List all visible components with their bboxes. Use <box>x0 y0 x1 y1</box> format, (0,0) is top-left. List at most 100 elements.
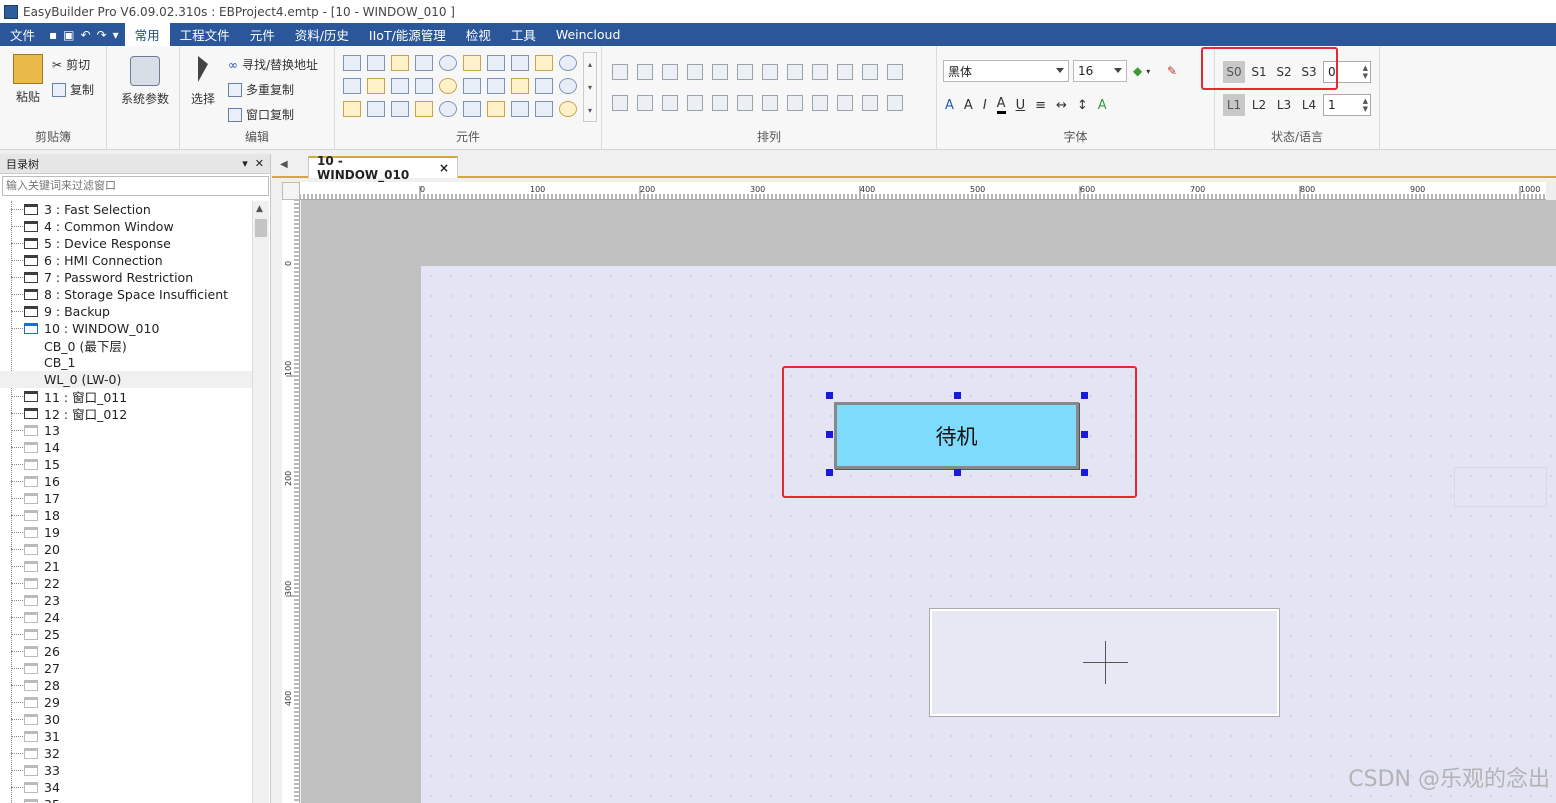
object-tool-icon[interactable] <box>367 78 385 94</box>
tree-item[interactable]: 6 : HMI Connection <box>0 252 252 269</box>
object-tool-icon[interactable] <box>535 78 553 94</box>
tree-item[interactable]: 30 <box>0 711 252 728</box>
tree-scrollbar[interactable]: ▲ <box>252 201 269 803</box>
object-tool-icon[interactable] <box>463 78 481 94</box>
arrange-tool-icon[interactable] <box>887 95 903 111</box>
object-tool-icon[interactable] <box>343 78 361 94</box>
arrange-tool-icon[interactable] <box>687 64 703 80</box>
object-tool-icon[interactable] <box>415 101 433 117</box>
underline-icon[interactable]: U <box>1016 98 1026 113</box>
tree-item[interactable]: 20 <box>0 541 252 558</box>
arrange-tool-icon[interactable] <box>712 64 728 80</box>
format-painter-button[interactable]: ✎ <box>1167 64 1177 78</box>
tree-item[interactable]: 14 <box>0 439 252 456</box>
gallery-scroll[interactable]: ▴ ▾ ▾ <box>583 52 597 122</box>
object-tool-icon[interactable] <box>535 55 553 71</box>
scroll-up-icon[interactable]: ▲ <box>256 204 263 214</box>
language-l4-button[interactable]: L4 <box>1298 94 1320 116</box>
arrange-tool-icon[interactable] <box>787 64 803 80</box>
object-tool-icon[interactable] <box>535 101 553 117</box>
tree-item[interactable]: 28 <box>0 677 252 694</box>
arrange-tool-icon[interactable] <box>762 95 778 111</box>
arrange-tool-icon[interactable] <box>712 95 728 111</box>
object-tool-icon[interactable] <box>439 101 457 117</box>
close-tab-icon[interactable]: × <box>439 161 449 175</box>
font-size-select[interactable]: 16 <box>1073 60 1127 82</box>
grow-font-icon[interactable]: A <box>945 98 954 113</box>
object-tool-icon[interactable] <box>343 101 361 117</box>
save-icon[interactable]: ▪ <box>49 28 57 42</box>
tree-item[interactable]: 23 <box>0 592 252 609</box>
object-tool-icon[interactable] <box>511 101 529 117</box>
tab-menu-3[interactable]: 资料/历史 <box>285 23 359 46</box>
object-tool-icon[interactable] <box>439 78 457 94</box>
tree-item[interactable]: 13 <box>0 422 252 439</box>
tree-item[interactable]: 4 : Common Window <box>0 218 252 235</box>
tree-item[interactable]: 29 <box>0 694 252 711</box>
object-tool-icon[interactable] <box>511 78 529 94</box>
arrange-tool-icon[interactable] <box>887 64 903 80</box>
tab-nav-left-icon[interactable]: ◀ <box>280 159 288 170</box>
object-tool-icon[interactable] <box>559 101 577 117</box>
window-copy-button[interactable]: 窗口复制 <box>228 106 294 123</box>
language-l1-button[interactable]: L1 <box>1223 94 1245 116</box>
arrange-tool-icon[interactable] <box>737 64 753 80</box>
arrange-tool-icon[interactable] <box>612 64 628 80</box>
language-l2-button[interactable]: L2 <box>1248 94 1270 116</box>
tree-item[interactable]: 9 : Backup <box>0 303 252 320</box>
cut-button[interactable]: ✂ 剪切 <box>52 56 90 73</box>
tab-menu-0[interactable]: 常用 <box>124 23 170 46</box>
scroll-thumb[interactable] <box>255 219 267 237</box>
tree-item[interactable]: 31 <box>0 728 252 745</box>
tree-item[interactable]: 3 : Fast Selection <box>0 201 252 218</box>
object-tool-icon[interactable] <box>391 55 409 71</box>
tree-item[interactable]: 11 : 窗口_011 <box>0 388 252 405</box>
object-tool-icon[interactable] <box>415 78 433 94</box>
word-lamp-object[interactable] <box>929 608 1280 717</box>
tree-item[interactable]: 5 : Device Response <box>0 235 252 252</box>
language-number-input[interactable]: 1 ▲ ▼ <box>1323 94 1371 116</box>
panel-dropdown-icon[interactable]: ▾ <box>242 157 248 170</box>
tree-item[interactable]: 12 : 窗口_012 <box>0 405 252 422</box>
tree-item[interactable]: CB_0 (最下层) <box>0 337 252 354</box>
arrange-tool-icon[interactable] <box>737 95 753 111</box>
tab-menu-1[interactable]: 工程文件 <box>170 23 240 46</box>
redo-icon[interactable]: ↷ <box>97 28 107 42</box>
tab-menu-2[interactable]: 元件 <box>240 23 285 46</box>
tree-item[interactable]: 16 <box>0 473 252 490</box>
tree-item[interactable]: 8 : Storage Space Insufficient <box>0 286 252 303</box>
object-tool-icon[interactable] <box>559 55 577 71</box>
arrange-tool-icon[interactable] <box>787 95 803 111</box>
tree-item[interactable]: 26 <box>0 643 252 660</box>
object-tool-icon[interactable] <box>367 55 385 71</box>
object-tool-icon[interactable] <box>367 101 385 117</box>
arrange-tool-icon[interactable] <box>637 95 653 111</box>
tree-item[interactable]: 19 <box>0 524 252 541</box>
object-tool-icon[interactable] <box>415 55 433 71</box>
spinner-arrows-icon[interactable]: ▲ ▼ <box>1363 64 1368 80</box>
undo-icon[interactable]: ↶ <box>81 28 91 42</box>
arrange-tool-icon[interactable] <box>687 95 703 111</box>
object-tool-icon[interactable] <box>391 78 409 94</box>
tab-window-010[interactable]: 10 - WINDOW_010 × <box>308 154 458 182</box>
tree-item[interactable]: 35 <box>0 796 252 803</box>
tree-item[interactable]: 24 <box>0 609 252 626</box>
tree-item[interactable]: WL_0 (LW-0) <box>0 371 252 388</box>
text-effect-icon[interactable]: A <box>1098 98 1107 113</box>
spacing-icon[interactable]: ↔ <box>1056 98 1067 113</box>
tab-menu-7[interactable]: Weincloud <box>546 23 631 46</box>
align-icon[interactable]: ≡ <box>1035 98 1046 113</box>
tree-item[interactable]: 18 <box>0 507 252 524</box>
system-params-button[interactable]: 系统参数 <box>117 56 173 107</box>
multi-copy-button[interactable]: 多重复制 <box>228 81 294 98</box>
arrange-tool-icon[interactable] <box>637 64 653 80</box>
tree-item[interactable]: 25 <box>0 626 252 643</box>
object-tool-icon[interactable] <box>511 55 529 71</box>
arrange-tool-icon[interactable] <box>662 64 678 80</box>
font-color-icon[interactable]: A <box>996 96 1006 114</box>
tree-item[interactable]: 17 <box>0 490 252 507</box>
arrange-tool-icon[interactable] <box>862 95 878 111</box>
arrange-tool-icon[interactable] <box>862 64 878 80</box>
object-tool-icon[interactable] <box>487 55 505 71</box>
arrange-tool-icon[interactable] <box>762 64 778 80</box>
